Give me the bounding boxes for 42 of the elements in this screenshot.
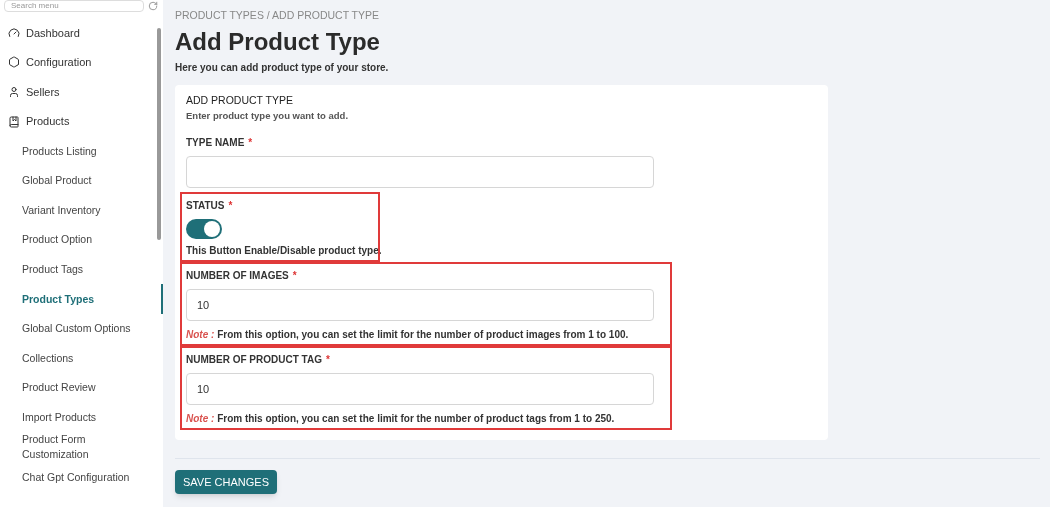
refresh-icon[interactable]: [148, 1, 158, 11]
field-label: TYPE NAME: [186, 135, 245, 150]
sidebar-subitem[interactable]: Chat Gpt Configuration: [0, 462, 163, 492]
required-mark: *: [292, 268, 297, 283]
book-icon: [8, 115, 20, 128]
text-field[interactable]: [186, 155, 654, 188]
page-title: Add Product Type: [175, 26, 381, 57]
required-mark: *: [248, 135, 253, 150]
card-description: Enter product type you want to add.: [186, 108, 350, 123]
sidebar-subitem[interactable]: Variant Inventory: [0, 195, 163, 226]
page-subtitle: Here you can add product type of your store.: [175, 60, 390, 75]
sidebar-subitem[interactable]: Global Custom Options: [0, 313, 163, 344]
sidebar-subitem[interactable]: Products Listing: [0, 136, 163, 166]
text-field[interactable]: 10: [186, 288, 654, 321]
hexagon-icon: [8, 56, 20, 69]
card-title: ADD PRODUCT TYPE: [186, 92, 294, 108]
note-text: Note : From this option, you can set the limit for the number of product images from 1 to 100.: [186, 327, 630, 342]
sidebar-subitem[interactable]: Product Form Customization: [0, 432, 163, 463]
sidebar-subitem[interactable]: Global Product: [0, 165, 163, 196]
user-icon: [8, 86, 20, 98]
save-changes-button[interactable]: SAVE CHANGES: [175, 470, 277, 494]
sidebar-subitem[interactable]: Product Option: [0, 225, 163, 255]
sidebar-item[interactable]: Configuration: [0, 47, 163, 78]
note-text: Note : From this option, you can set the limit for the number of product tags from 1 to 250.: [186, 411, 616, 426]
sidebar-item[interactable]: Dashboard: [0, 18, 163, 48]
field-label: STATUS: [186, 198, 225, 213]
sidebar-item[interactable]: Products: [0, 106, 163, 137]
text-field[interactable]: 10: [186, 372, 654, 405]
sidebar-subitem[interactable]: Product Tags: [0, 254, 163, 285]
required-mark: *: [325, 352, 330, 367]
required-mark: *: [228, 198, 233, 213]
status-toggle[interactable]: [186, 218, 222, 239]
sidebar-subitem[interactable]: Collections: [0, 343, 163, 374]
sidebar-item[interactable]: Sellers: [0, 77, 163, 107]
sidebar-subitem[interactable]: Product Review: [0, 373, 163, 403]
search-field[interactable]: Search menu: [4, 0, 144, 12]
sidebar-subitem[interactable]: Product Types: [0, 284, 163, 314]
field-label: NUMBER OF PRODUCT TAG: [186, 352, 322, 367]
breadcrumb: PRODUCT TYPES / ADD PRODUCT TYPE: [175, 8, 381, 23]
gauge-icon: [8, 26, 20, 39]
field-label: NUMBER OF IMAGES: [186, 268, 289, 283]
sidebar-subitem[interactable]: Import Products: [0, 402, 163, 433]
